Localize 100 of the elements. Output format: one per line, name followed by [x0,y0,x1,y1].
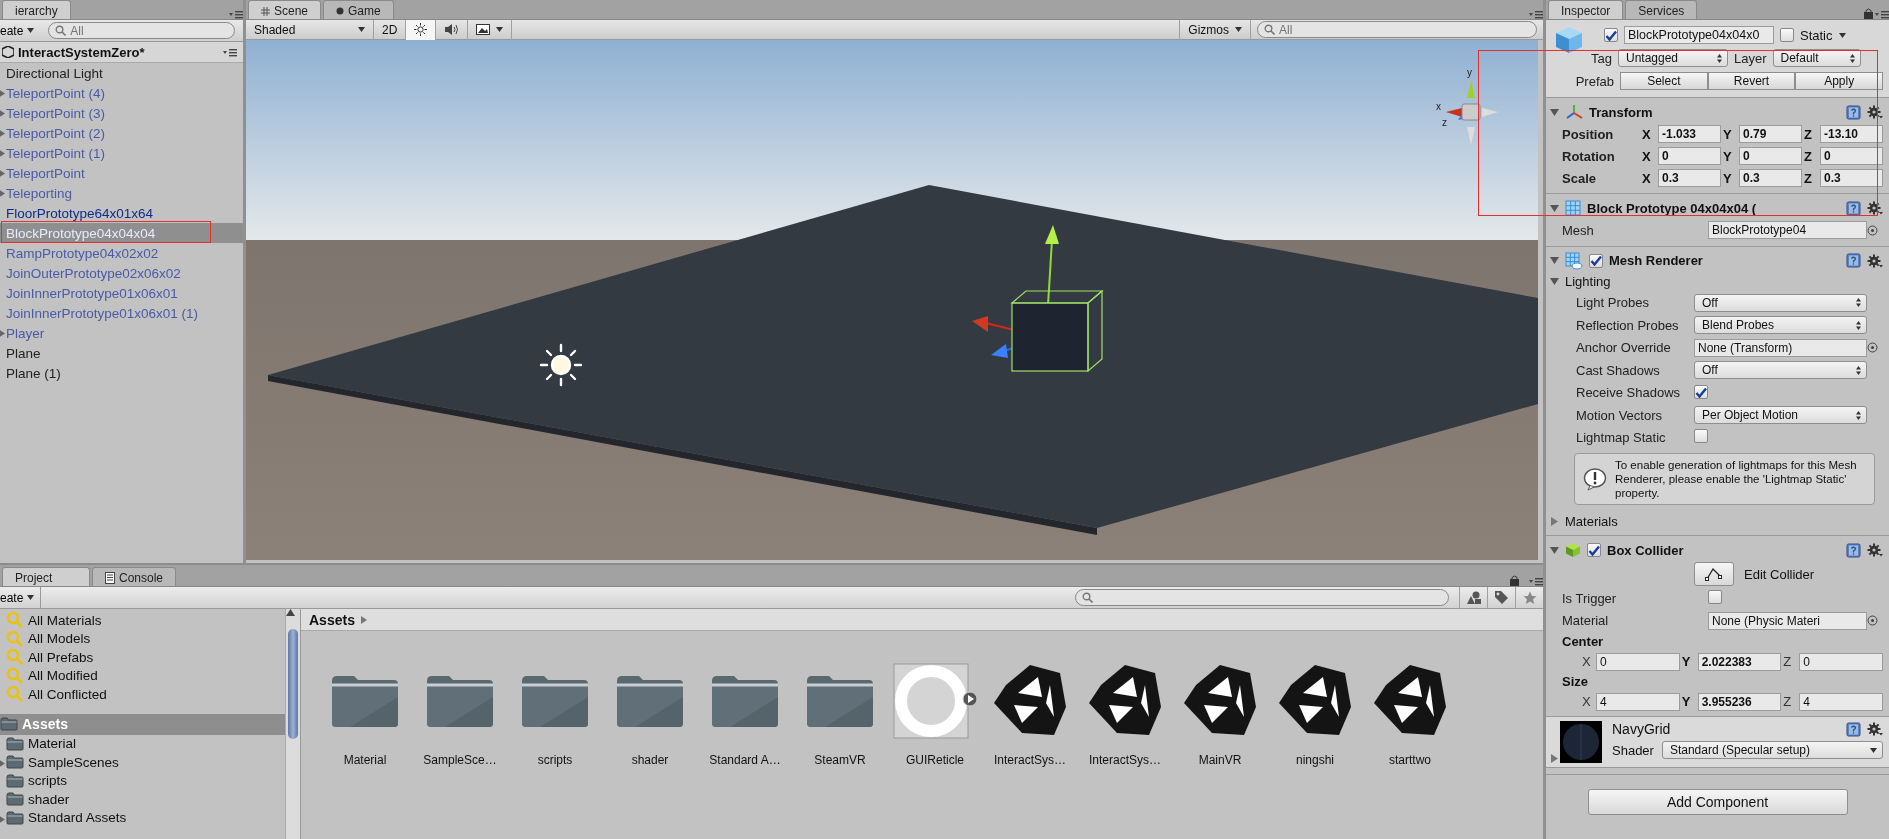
property-dropdown[interactable]: Blend Probes [1694,316,1867,335]
favorite-item[interactable]: All Models [28,631,91,647]
checkbox[interactable] [1694,429,1708,444]
search-input[interactable]: All [68,22,209,39]
number-field[interactable]: 0.3 [1658,169,1721,187]
asset-item[interactable]: ningshi [1296,753,1334,767]
asset-item[interactable]: shader [631,753,669,767]
asset-item[interactable]: starttwo [1389,753,1431,767]
hierarchy-item[interactable]: Teleporting [0,183,243,203]
inspector-tab[interactable]: Services [1625,0,1698,19]
asset-item[interactable]: InteractSys… [994,753,1066,767]
checkbox[interactable] [1708,589,1722,604]
breadcrumb-item[interactable]: Assets [309,611,355,628]
folder-item[interactable]: Material [28,736,76,752]
favorite-item[interactable]: All Conflicted [28,686,107,702]
number-field[interactable]: 0.79 [1739,125,1802,143]
collapsed-triangle-icon[interactable] [1550,516,1559,526]
hierarchy-item[interactable]: TeleportPoint (3) [0,103,243,123]
hierarchy-item[interactable]: TeleportPoint (2) [0,123,243,143]
hierarchy-item[interactable]: RampPrototype04x02x02 [0,243,243,263]
property-dropdown[interactable]: Off [1694,361,1867,380]
hierarchy-item[interactable]: JoinInnerPrototype01x06x01 [0,283,243,303]
object-picker-icon[interactable] [1867,224,1878,236]
object-field[interactable]: None (Physic Materi [1708,611,1867,630]
asset-item[interactable]: Material [343,753,387,767]
create-button[interactable]: eate [0,19,41,42]
checkbox[interactable] [1694,385,1708,399]
object-field[interactable]: None (Transform) [1694,338,1867,357]
create-button[interactable]: eate [0,586,42,609]
search-field[interactable]: All [48,22,235,39]
number-field[interactable]: 0 [1799,652,1883,671]
light-icon[interactable] [539,343,583,387]
shader-dropdown[interactable]: Standard (Specular setup) [1661,741,1883,759]
asset-item[interactable]: MainVR [1198,753,1242,767]
object-name-field[interactable]: BlockPrototype04x04x0 [1624,26,1774,44]
asset-item[interactable]: SampleSce… [423,753,497,767]
number-field[interactable]: -13.10 [1820,125,1883,143]
object-picker-icon[interactable] [1867,615,1878,627]
hierarchy-item[interactable]: Directional Light [0,63,243,83]
hierarchy-item[interactable]: Player [0,323,243,343]
favorite-item[interactable]: All Materials [28,612,102,628]
number-field[interactable]: -1.033 [1658,125,1721,143]
number-field[interactable]: 3.955236 [1697,692,1782,711]
number-field[interactable]: 0 [1820,147,1883,165]
asset-item[interactable]: Standard A… [709,753,781,767]
property-dropdown[interactable]: Per Object Motion [1694,406,1867,425]
project-tab[interactable]: Project [2,567,90,586]
scrollbar-thumb[interactable] [288,629,298,739]
checkbox[interactable] [1780,28,1794,42]
layer-dropdown[interactable]: Default [1772,49,1861,67]
number-field[interactable]: 0 [1739,147,1802,165]
object-picker-icon[interactable] [1867,342,1878,354]
prefab-button[interactable]: Revert [1707,72,1796,90]
expanded-triangle-icon[interactable] [1550,256,1559,265]
gizmos-dropdown[interactable]: Gizmos [1179,19,1251,40]
expanded-triangle-icon[interactable] [1550,277,1559,286]
asset-item[interactable]: SteamVR [814,753,866,767]
folder-item[interactable]: shader [28,791,70,807]
scene-tab[interactable]: Scene [248,0,322,19]
inspector-tab[interactable]: Inspector [1548,0,1624,19]
search-field[interactable] [1075,589,1449,606]
hierarchy-item[interactable]: TeleportPoint [0,163,243,183]
project-tab[interactable]: Console [92,567,177,586]
folder-item[interactable]: SampleScenes [28,754,119,770]
checkbox[interactable] [1604,28,1618,42]
prefab-button[interactable]: Apply [1795,72,1883,90]
asset-item[interactable]: GUIReticle [906,753,964,767]
number-field[interactable]: 4 [1799,692,1883,711]
checkbox[interactable] [1587,543,1601,557]
folder-item[interactable]: scripts [28,773,67,789]
favorite-item[interactable]: All Prefabs [28,649,94,665]
favorite-item[interactable]: All Modified [28,668,98,684]
orientation-gizmo-drawing[interactable] [1446,80,1498,145]
shading-dropdown[interactable]: Shaded [246,19,374,40]
object-field[interactable]: BlockPrototype04 [1708,221,1867,240]
hierarchy-item[interactable]: JoinInnerPrototype01x06x01 (1) [0,303,243,323]
hierarchy-item[interactable]: TeleportPoint (1) [0,143,243,163]
expand-triangle-icon[interactable] [0,814,6,824]
number-field[interactable]: 0 [1658,147,1721,165]
hierarchy-item[interactable]: Plane [0,343,243,363]
expanded-triangle-icon[interactable] [1550,107,1559,117]
hierarchy-item[interactable]: JoinOuterPrototype02x06x02 [0,263,243,283]
number-field[interactable]: 2.022383 [1697,652,1782,671]
ground-plane[interactable] [268,185,1538,535]
cube-wireframe-drawing[interactable] [1010,289,1104,373]
hierarchy-item[interactable]: TeleportPoint (4) [0,83,243,103]
asset-item[interactable]: InteractSys… [1089,753,1161,767]
hierarchy-item[interactable]: Plane (1) [0,363,243,383]
add-component-button[interactable]: Add Component [1587,789,1848,815]
edit-collider-button[interactable] [1694,562,1734,586]
collapsed-triangle-icon[interactable] [1550,754,1558,763]
lighting-toggle[interactable] [406,19,437,40]
property-dropdown[interactable]: Off [1694,293,1867,312]
expanded-triangle-icon[interactable] [1550,203,1559,213]
number-field[interactable]: 0.3 [1820,169,1883,187]
tag-dropdown[interactable]: Untagged [1618,49,1728,67]
expanded-triangle-icon[interactable] [1550,545,1559,555]
prefab-button[interactable]: Select [1620,72,1708,90]
hierarchy-tab[interactable]: ierarchy [2,0,71,19]
scene-tab[interactable]: Game [323,0,394,19]
